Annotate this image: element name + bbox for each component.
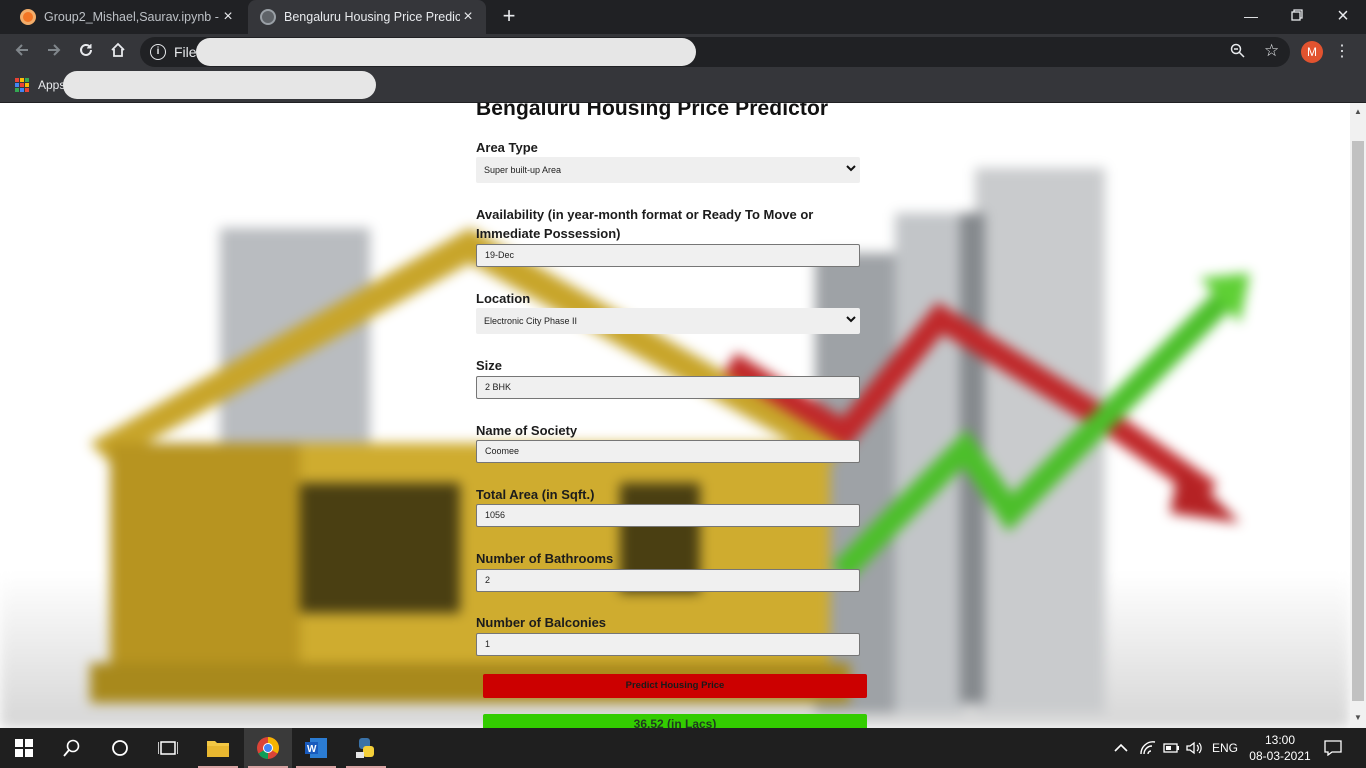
menu-kebab-icon[interactable]: ⋮: [1334, 41, 1350, 63]
reload-button[interactable]: [75, 41, 97, 63]
clock-date: 08-03-2021: [1249, 749, 1311, 763]
location-value: Electronic City Phase II: [484, 316, 578, 326]
new-tab-button[interactable]: +: [498, 5, 520, 28]
redacted-bookmarks: [63, 71, 376, 99]
scroll-up-arrow-icon[interactable]: ▲: [1354, 107, 1362, 116]
clock[interactable]: 13:00 08-03-2021: [1244, 732, 1316, 764]
scroll-down-arrow-icon[interactable]: ▼: [1354, 713, 1362, 722]
forward-button[interactable]: [43, 41, 65, 63]
home-icon: [111, 42, 125, 57]
location-select[interactable]: Electronic City Phase II: [476, 308, 860, 334]
availability-label: Availability (in year-month format or Re…: [476, 207, 814, 241]
network-icon[interactable]: [1140, 728, 1156, 768]
back-button[interactable]: [11, 41, 33, 63]
arrow-left-icon: [15, 44, 28, 56]
search-button[interactable]: [48, 728, 96, 768]
size-label: Size: [476, 358, 503, 373]
address-bar[interactable]: i File ☆: [140, 37, 1290, 67]
arrow-right-icon: [48, 44, 61, 56]
cortana-circle-icon: [112, 740, 128, 756]
bookmarks-bar: Apps: [0, 70, 1366, 103]
close-tab-icon[interactable]: ×: [460, 9, 476, 25]
show-hidden-icons[interactable]: [1114, 728, 1128, 768]
size-input[interactable]: 2 BHK: [476, 376, 860, 399]
chevron-down-icon: [846, 316, 856, 323]
browser-toolbar: i File ☆ M ⋮: [0, 34, 1366, 70]
language-indicator[interactable]: ENG: [1212, 728, 1238, 768]
reload-icon: [80, 43, 92, 56]
total-area-input[interactable]: 1056: [476, 504, 860, 527]
scroll-thumb[interactable]: [1352, 141, 1364, 701]
search-icon: [63, 739, 80, 757]
chrome-button[interactable]: [244, 728, 292, 768]
python-icon: [356, 738, 374, 758]
predictor-form: Bengaluru Housing Price Predictor Area T…: [476, 103, 868, 728]
location-label: Location: [476, 291, 531, 306]
predict-button[interactable]: Predict Housing Price: [483, 674, 867, 698]
close-tab-icon[interactable]: ×: [220, 9, 236, 25]
cortana-button[interactable]: [96, 728, 144, 768]
svg-text:W: W: [307, 744, 317, 755]
profile-avatar[interactable]: M: [1301, 41, 1323, 63]
chevron-up-icon: [1114, 743, 1128, 752]
balconies-label: Number of Balconies: [476, 615, 607, 630]
task-view-button[interactable]: [144, 728, 192, 768]
restore-button[interactable]: [1274, 4, 1320, 28]
apps-bookmark[interactable]: Apps: [38, 78, 65, 92]
folder-icon: [207, 741, 229, 757]
area-type-value: Super built-up Area: [484, 165, 562, 175]
balconies-input[interactable]: 1: [476, 633, 860, 656]
windows-logo-icon: [15, 739, 33, 757]
apps-grid-icon[interactable]: [15, 78, 29, 92]
tab-strip: Group2_Mishael,Saurav.ipynb - C × Bengal…: [0, 0, 1366, 34]
action-center-button[interactable]: [1324, 728, 1342, 768]
page-viewport: Bengaluru Housing Price Predictor Area T…: [0, 103, 1350, 728]
chrome-icon: [257, 737, 279, 759]
address-scheme: File: [174, 44, 197, 60]
area-type-select[interactable]: Super built-up Area: [476, 157, 860, 183]
windows-taskbar: W ENG 13:00 08-03-2021: [0, 728, 1366, 768]
availability-input[interactable]: 19-Dec: [476, 244, 860, 267]
file-explorer-button[interactable]: [194, 728, 242, 768]
start-button[interactable]: [0, 728, 48, 768]
tab-jupyter-notebook[interactable]: Group2_Mishael,Saurav.ipynb - C ×: [8, 0, 246, 34]
notification-icon: [1324, 740, 1342, 756]
bookmark-star-icon[interactable]: ☆: [1264, 41, 1279, 61]
area-type-label: Area Type: [476, 140, 538, 155]
word-button[interactable]: W: [292, 728, 340, 768]
task-view-icon: [158, 741, 178, 755]
battery-icon[interactable]: [1163, 728, 1181, 768]
bathrooms-label: Number of Bathrooms: [476, 551, 614, 566]
redacted-url: [196, 38, 696, 66]
globe-icon: [260, 9, 276, 25]
tab-title: Bengaluru Housing Price Predicto: [284, 10, 460, 24]
tab-housing-predictor[interactable]: Bengaluru Housing Price Predicto ×: [248, 0, 486, 34]
restore-icon: [1291, 9, 1303, 21]
jupyter-icon: [20, 9, 36, 25]
python-button[interactable]: [342, 728, 390, 768]
page-scrollbar[interactable]: ▲ ▼: [1350, 103, 1366, 728]
tab-title: Group2_Mishael,Saurav.ipynb - C: [44, 10, 220, 24]
prediction-result: 36.52 (in Lacs): [483, 714, 867, 728]
chevron-down-icon: [846, 165, 856, 172]
page-title: Bengaluru Housing Price Predictor: [476, 103, 829, 120]
minimize-button[interactable]: —: [1228, 4, 1274, 28]
home-button[interactable]: [107, 41, 129, 63]
bathrooms-input[interactable]: 2: [476, 569, 860, 592]
close-window-button[interactable]: ×: [1320, 4, 1366, 28]
society-label: Name of Society: [476, 423, 578, 438]
volume-icon[interactable]: [1186, 728, 1202, 768]
word-icon: W: [305, 738, 327, 758]
zoom-icon[interactable]: [1230, 43, 1245, 62]
info-icon[interactable]: i: [150, 44, 166, 60]
total-area-label: Total Area (in Sqft.): [476, 487, 595, 502]
society-input[interactable]: Coomee: [476, 440, 860, 463]
clock-time: 13:00: [1264, 733, 1296, 747]
